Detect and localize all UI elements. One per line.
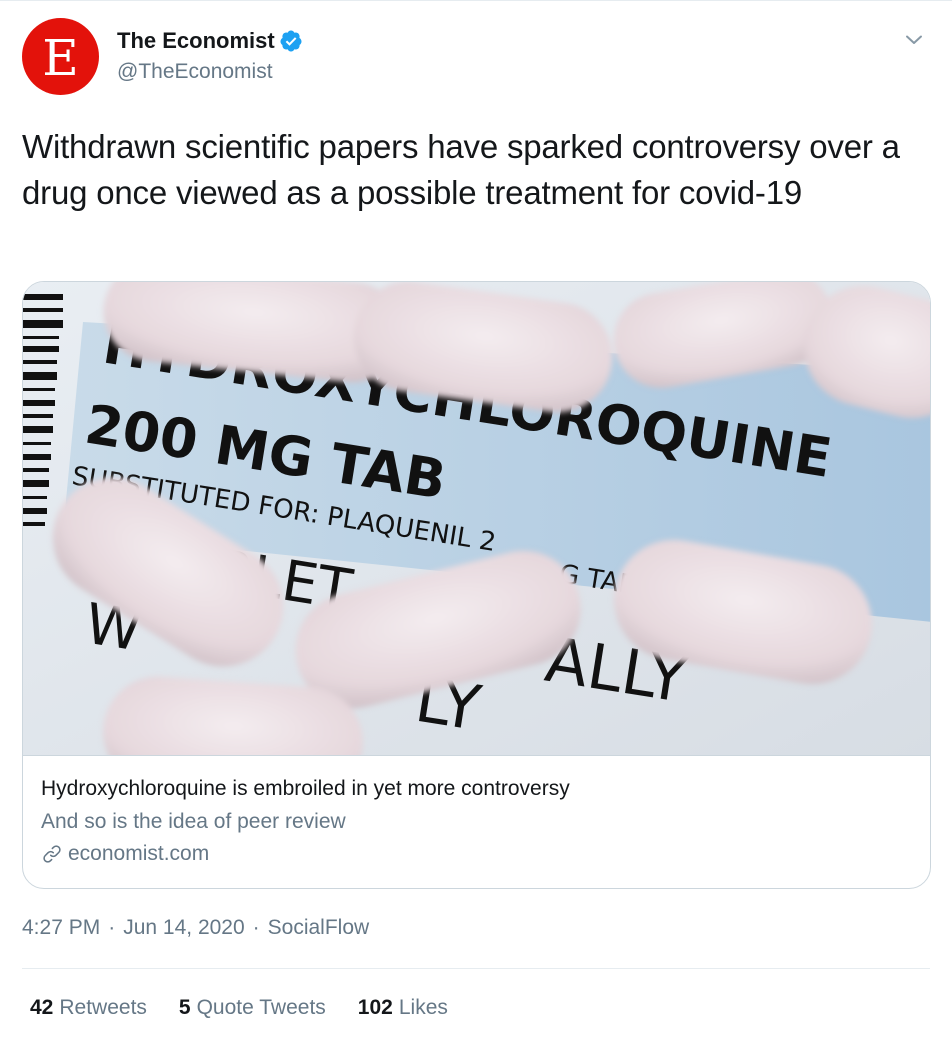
verified-badge-icon: [280, 30, 302, 52]
meta-separator: ·: [108, 916, 116, 939]
user-handle[interactable]: @TheEconomist: [117, 60, 303, 84]
card-title[interactable]: Hydroxychloroquine is embroiled in yet m…: [41, 775, 911, 803]
pill-bottle-photo: HYDROXYCHLOROQUINE 200 MG TAB SUBSTITUTE…: [23, 282, 930, 755]
tweet-source[interactable]: SocialFlow: [268, 916, 370, 940]
tweet-text: Withdrawn scientific papers have sparked…: [22, 128, 900, 211]
user-block: The Economist @TheEconomist: [117, 28, 303, 84]
likes-stat[interactable]: 102 Likes: [358, 996, 448, 1020]
card-domain-text: economist.com: [68, 842, 210, 865]
top-border: [0, 0, 952, 1]
likes-label: Likes: [398, 996, 448, 1019]
tweet-meta: 4:27 PM · Jun 14, 2020 · SocialFlow: [22, 916, 369, 940]
avatar-logo-letter: E: [42, 28, 79, 87]
tweet-stats: 42 Retweets 5 Quote Tweets 102 Likes: [30, 996, 480, 1020]
quote-tweets-count: 5: [178, 996, 191, 1019]
quote-tweets-stat[interactable]: 5 Quote Tweets: [179, 996, 326, 1020]
retweets-label: Retweets: [59, 996, 147, 1019]
card-image[interactable]: HYDROXYCHLOROQUINE 200 MG TAB SUBSTITUTE…: [23, 282, 930, 756]
meta-separator: ·: [252, 916, 260, 939]
quote-tweets-label: Quote Tweets: [196, 996, 326, 1019]
name-row: The Economist: [117, 28, 303, 54]
likes-count: 102: [357, 996, 393, 1019]
tweet-date[interactable]: Jun 14, 2020: [123, 916, 244, 940]
chevron-down-icon[interactable]: [902, 28, 926, 52]
avatar[interactable]: E: [22, 18, 99, 95]
tweet: E The Economist @TheEconomist Withdrawn …: [0, 0, 952, 1046]
display-name[interactable]: The Economist: [117, 28, 275, 54]
retweets-count: 42: [30, 996, 54, 1019]
card-domain[interactable]: economist.com: [41, 840, 911, 868]
link-icon: [43, 845, 61, 863]
tweet-time[interactable]: 4:27 PM: [22, 916, 100, 940]
retweets-stat[interactable]: 42 Retweets: [30, 996, 147, 1020]
card-body[interactable]: Hydroxychloroquine is embroiled in yet m…: [41, 775, 911, 868]
link-card[interactable]: HYDROXYCHLOROQUINE 200 MG TAB SUBSTITUTE…: [22, 281, 931, 889]
divider: [22, 968, 930, 969]
card-description: And so is the idea of peer review: [41, 810, 346, 833]
